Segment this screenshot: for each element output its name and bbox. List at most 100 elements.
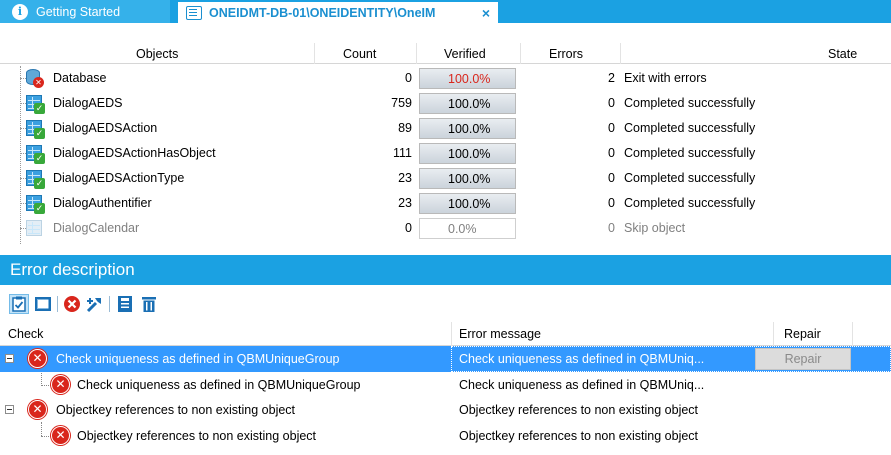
verified-progress: 100.0% — [419, 93, 516, 114]
save-button[interactable] — [115, 294, 135, 314]
table-check-icon: ✓ — [26, 195, 45, 214]
column-header-state[interactable]: State — [828, 46, 857, 64]
verified-progress: 100.0% — [419, 118, 516, 139]
table-icon — [26, 220, 42, 236]
object-errors: 0 — [608, 96, 615, 110]
error-message: Check uniqueness as defined in QBMUniq..… — [459, 378, 705, 392]
select-all-icon — [12, 296, 26, 312]
error-grid-header: Check Error message Repair — [0, 322, 891, 346]
object-count: 23 — [398, 196, 412, 210]
verified-progress: 100.0% — [419, 68, 516, 89]
column-divider[interactable] — [416, 43, 417, 64]
column-divider[interactable] — [852, 322, 853, 346]
verified-value: 100.0% — [448, 147, 491, 161]
table-check-icon: ✓ — [26, 145, 45, 164]
object-count: 0 — [405, 71, 412, 85]
delete-all-button[interactable] — [139, 294, 159, 314]
column-header-objects[interactable]: Objects — [136, 46, 178, 64]
error-icon: ✕ — [28, 400, 47, 419]
error-check: Check uniqueness as defined in QBMUnique… — [56, 352, 340, 366]
object-state: Completed successfully — [624, 96, 756, 110]
column-header-error-message[interactable]: Error message — [459, 327, 541, 341]
object-name: DialogCalendar — [53, 221, 140, 235]
object-name: DialogAEDSAction — [53, 121, 158, 135]
column-divider[interactable] — [314, 43, 315, 64]
verified-progress: 100.0% — [419, 143, 516, 164]
error-message: Check uniqueness as defined in QBMUniq..… — [459, 352, 705, 366]
verified-value: 100.0% — [448, 72, 491, 86]
toolbar-separator — [109, 296, 110, 312]
tab-database-connection-label: ONEIDMT-DB-01\ONEIDENTITY\OneIM — [209, 5, 436, 20]
column-header-check[interactable]: Check — [8, 327, 43, 341]
repair-button[interactable] — [85, 294, 105, 314]
verified-value: 100.0% — [448, 172, 491, 186]
object-name: DialogAEDS — [53, 96, 123, 110]
object-row[interactable]: DialogCalendar 0 0.0% 0 Skip object — [0, 216, 891, 241]
save-icon — [118, 296, 132, 312]
object-name: DialogAuthentifier — [53, 196, 152, 210]
object-row[interactable]: ✓ DialogAEDSActionHasObject 111 100.0% 0… — [0, 141, 891, 166]
object-count: 0 — [405, 221, 412, 235]
repair-icon — [86, 298, 101, 313]
error-icon: ✕ — [51, 426, 70, 445]
column-divider[interactable] — [520, 43, 521, 64]
column-divider[interactable] — [451, 322, 452, 346]
error-check: Objectkey references to non existing obj… — [77, 429, 317, 443]
object-row[interactable]: ✓ DialogAEDS 759 100.0% 0 Completed succ… — [0, 91, 891, 116]
collapse-icon[interactable] — [5, 405, 14, 414]
delete-error-button[interactable] — [62, 294, 82, 314]
object-state: Completed successfully — [624, 171, 756, 185]
tab-database-connection[interactable]: ONEIDMT-DB-01\ONEIDENTITY\OneIM × — [178, 2, 498, 23]
object-row[interactable]: ✓ DialogAEDSActionType 23 100.0% 0 Compl… — [0, 166, 891, 191]
objects-grid-header: Objects Count Verified Errors State — [0, 43, 891, 64]
error-row[interactable]: ✕ Check uniqueness as defined in QBMUniq… — [0, 346, 891, 372]
column-divider[interactable] — [620, 43, 621, 64]
error-description-header: Error description — [0, 255, 891, 285]
object-state: Exit with errors — [624, 71, 707, 85]
object-state: Completed successfully — [624, 146, 756, 160]
error-icon: ✕ — [51, 375, 70, 394]
table-check-icon: ✓ — [26, 95, 45, 114]
trash-icon — [142, 297, 156, 312]
toolbar-separator — [57, 296, 58, 312]
info-icon: i — [12, 3, 28, 20]
error-check: Check uniqueness as defined in QBMUnique… — [77, 378, 361, 392]
select-all-button[interactable] — [9, 294, 29, 314]
verified-value: 0.0% — [448, 222, 477, 236]
object-row[interactable]: ✓ DialogAuthentifier 23 100.0% 0 Complet… — [0, 191, 891, 216]
column-header-verified[interactable]: Verified — [444, 46, 486, 64]
objects-grid: ✕ Database 0 100.0% 2 Exit with errors ✓… — [0, 66, 891, 244]
tab-strip: i Getting Started ONEIDMT-DB-01\ONEIDENT… — [0, 0, 891, 23]
object-count: 759 — [391, 96, 412, 110]
database-error-icon: ✕ — [26, 69, 44, 88]
object-errors: 0 — [608, 146, 615, 160]
close-tab-icon[interactable]: × — [482, 5, 490, 21]
object-row-database[interactable]: ✕ Database 0 100.0% 2 Exit with errors — [0, 66, 891, 91]
error-toolbar — [0, 289, 891, 320]
object-count: 111 — [392, 146, 412, 160]
select-box-button[interactable] — [33, 294, 53, 314]
error-message: Objectkey references to non existing obj… — [459, 429, 699, 443]
column-divider[interactable] — [773, 322, 774, 346]
error-row[interactable]: ✕ Check uniqueness as defined in QBMUniq… — [0, 372, 891, 398]
object-count: 89 — [398, 121, 412, 135]
column-header-count[interactable]: Count — [343, 46, 376, 64]
verified-progress: 100.0% — [419, 193, 516, 214]
error-message: Objectkey references to non existing obj… — [459, 403, 699, 417]
column-header-errors[interactable]: Errors — [549, 46, 583, 64]
error-check: Objectkey references to non existing obj… — [56, 403, 296, 417]
tab-getting-started[interactable]: i Getting Started — [0, 0, 170, 23]
object-name: Database — [53, 71, 107, 85]
verified-value: 100.0% — [448, 97, 491, 111]
tab-getting-started-label: Getting Started — [36, 4, 121, 19]
repair-row-button[interactable]: Repair — [755, 348, 851, 370]
error-row[interactable]: ✕ Objectkey references to non existing o… — [0, 397, 891, 423]
collapse-icon[interactable] — [5, 354, 14, 363]
error-row[interactable]: ✕ Objectkey references to non existing o… — [0, 423, 891, 449]
error-icon: ✕ — [28, 349, 47, 368]
object-errors: 0 — [608, 221, 615, 235]
verified-progress: 100.0% — [419, 168, 516, 189]
object-state: Completed successfully — [624, 196, 756, 210]
column-header-repair[interactable]: Repair — [784, 327, 821, 341]
object-row[interactable]: ✓ DialogAEDSAction 89 100.0% 0 Completed… — [0, 116, 891, 141]
